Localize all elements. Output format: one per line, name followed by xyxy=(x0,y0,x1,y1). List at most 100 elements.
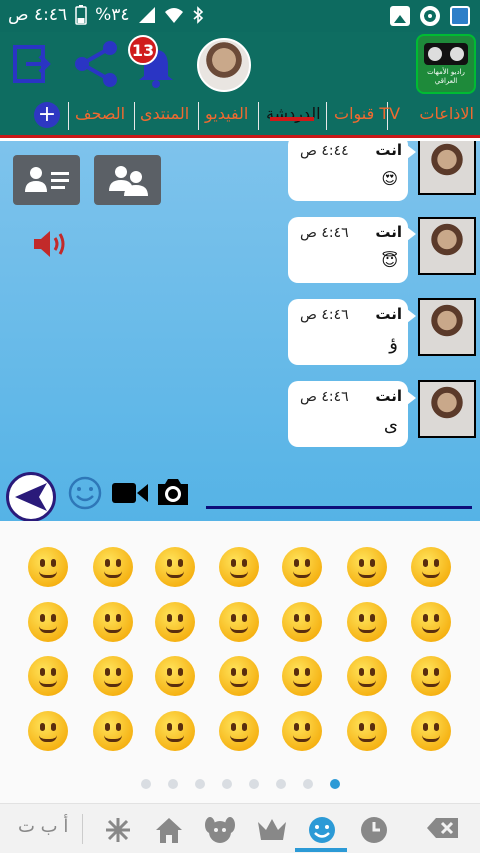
message-input-bar xyxy=(0,466,480,522)
emoji-toggle-icon[interactable] xyxy=(67,475,103,511)
emoji-keyboard: أ ب ت xyxy=(0,521,480,853)
page-indicator xyxy=(0,779,480,793)
emoji-key[interactable] xyxy=(219,602,259,642)
send-button[interactable] xyxy=(6,472,56,522)
message-sender: انت xyxy=(375,223,402,241)
page-dot xyxy=(303,779,313,789)
animal-icon[interactable] xyxy=(205,816,235,844)
emoji-key[interactable] xyxy=(411,656,451,696)
tab-divider xyxy=(68,102,69,130)
emoji-key[interactable] xyxy=(93,711,133,751)
emoji-key[interactable] xyxy=(93,602,133,642)
tab-divider xyxy=(258,102,259,130)
emoji-key[interactable] xyxy=(155,547,195,587)
video-camera-icon[interactable] xyxy=(111,480,149,506)
tab-divider xyxy=(134,102,135,130)
emoji-key[interactable] xyxy=(93,547,133,587)
emoji-key[interactable] xyxy=(155,656,195,696)
emoji-key[interactable] xyxy=(282,656,322,696)
wifi-icon xyxy=(164,8,183,23)
tab-radios[interactable]: الاذاعات xyxy=(419,104,474,123)
page-dot xyxy=(222,779,232,789)
emoji-key[interactable] xyxy=(28,656,68,696)
emoji-key[interactable] xyxy=(219,711,259,751)
emoji-key[interactable] xyxy=(93,656,133,696)
message-avatar xyxy=(418,298,476,356)
keyboard-category-bar: أ ب ت xyxy=(0,803,480,853)
profile-avatar[interactable] xyxy=(197,38,251,92)
message-sender: انت xyxy=(375,305,402,323)
message-avatar xyxy=(418,141,476,195)
contact-card-icon xyxy=(24,167,69,192)
chat-message: انت ٤:٤٤ ص 😍 xyxy=(288,141,416,201)
tab-newspapers[interactable]: الصحف xyxy=(75,104,125,123)
chat-area[interactable]: انت ٤:٤٤ ص 😍 انت ٤:٤٦ ص 😇 انت ٤:٤٦ ص ؤ ا… xyxy=(0,141,480,521)
home-icon[interactable] xyxy=(154,816,184,844)
battery-icon xyxy=(75,5,87,25)
notification-badge: 13 xyxy=(128,35,158,65)
backspace-icon[interactable] xyxy=(426,816,460,840)
contact-card-button[interactable] xyxy=(13,155,80,205)
message-text: ى xyxy=(383,415,398,436)
users-button[interactable] xyxy=(94,155,161,205)
tab-divider xyxy=(326,102,327,130)
send-icon xyxy=(15,483,47,511)
message-sender: انت xyxy=(375,141,402,159)
emoji-key[interactable] xyxy=(28,547,68,587)
emoji-key[interactable] xyxy=(28,711,68,751)
status-clock: ٤:٤٦ ص xyxy=(8,5,68,25)
emoji-key[interactable] xyxy=(347,602,387,642)
message-time: ٤:٤٦ ص xyxy=(300,225,349,241)
gallery-icon xyxy=(390,6,410,26)
app-logo: راديو الأمهات العراقي xyxy=(416,34,476,94)
message-time: ٤:٤٦ ص xyxy=(300,307,349,323)
page-dot xyxy=(276,779,286,789)
emoji-key[interactable] xyxy=(282,711,322,751)
page-dot xyxy=(330,779,340,789)
emoji-key[interactable] xyxy=(28,602,68,642)
crown-icon[interactable] xyxy=(256,816,288,842)
smiley-category-icon[interactable] xyxy=(308,816,336,844)
message-text: 😍 xyxy=(381,169,398,188)
message-avatar xyxy=(418,380,476,438)
tab-forum[interactable]: المنتدى xyxy=(140,104,189,123)
category-tabs: الاذاعات قنوات TV الدردشة الفيديو المنتد… xyxy=(0,96,480,138)
camera-icon[interactable] xyxy=(155,476,191,508)
emoji-key[interactable] xyxy=(155,602,195,642)
message-time: ٤:٤٤ ص xyxy=(300,143,349,159)
bluetooth-icon xyxy=(192,6,203,24)
add-tab-button[interactable]: + xyxy=(34,102,60,128)
emoji-key[interactable] xyxy=(219,656,259,696)
recent-clock-icon[interactable] xyxy=(360,816,388,844)
emoji-key[interactable] xyxy=(411,602,451,642)
tab-divider xyxy=(198,102,199,130)
message-input[interactable] xyxy=(206,506,472,509)
emoji-key[interactable] xyxy=(347,656,387,696)
message-time: ٤:٤٦ ص xyxy=(300,389,349,405)
emoji-key[interactable] xyxy=(347,547,387,587)
notification-icons xyxy=(390,6,470,26)
selected-category-indicator xyxy=(295,848,347,852)
logout-icon[interactable] xyxy=(12,44,52,84)
emoji-key[interactable] xyxy=(411,547,451,587)
users-icon xyxy=(108,166,148,196)
symbols-icon[interactable] xyxy=(104,816,132,844)
speaker-icon[interactable] xyxy=(32,229,68,259)
page-dot xyxy=(249,779,259,789)
emoji-key[interactable] xyxy=(155,711,195,751)
active-tab-indicator xyxy=(270,117,314,121)
emoji-key[interactable] xyxy=(219,547,259,587)
chat-message: انت ٤:٤٦ ص 😇 xyxy=(288,217,416,283)
share-icon[interactable] xyxy=(72,40,120,88)
message-sender: انت xyxy=(375,387,402,405)
emoji-key[interactable] xyxy=(347,711,387,751)
emoji-key[interactable] xyxy=(282,602,322,642)
message-text: 😇 xyxy=(381,251,398,270)
tab-tv-channels[interactable]: قنوات TV xyxy=(334,104,400,123)
abc-keyboard-button[interactable]: أ ب ت xyxy=(18,816,68,837)
page-dot xyxy=(168,779,178,789)
emoji-key[interactable] xyxy=(282,547,322,587)
tab-videos[interactable]: الفيديو xyxy=(205,104,248,123)
emoji-key[interactable] xyxy=(411,711,451,751)
message-text: ؤ xyxy=(389,333,398,354)
